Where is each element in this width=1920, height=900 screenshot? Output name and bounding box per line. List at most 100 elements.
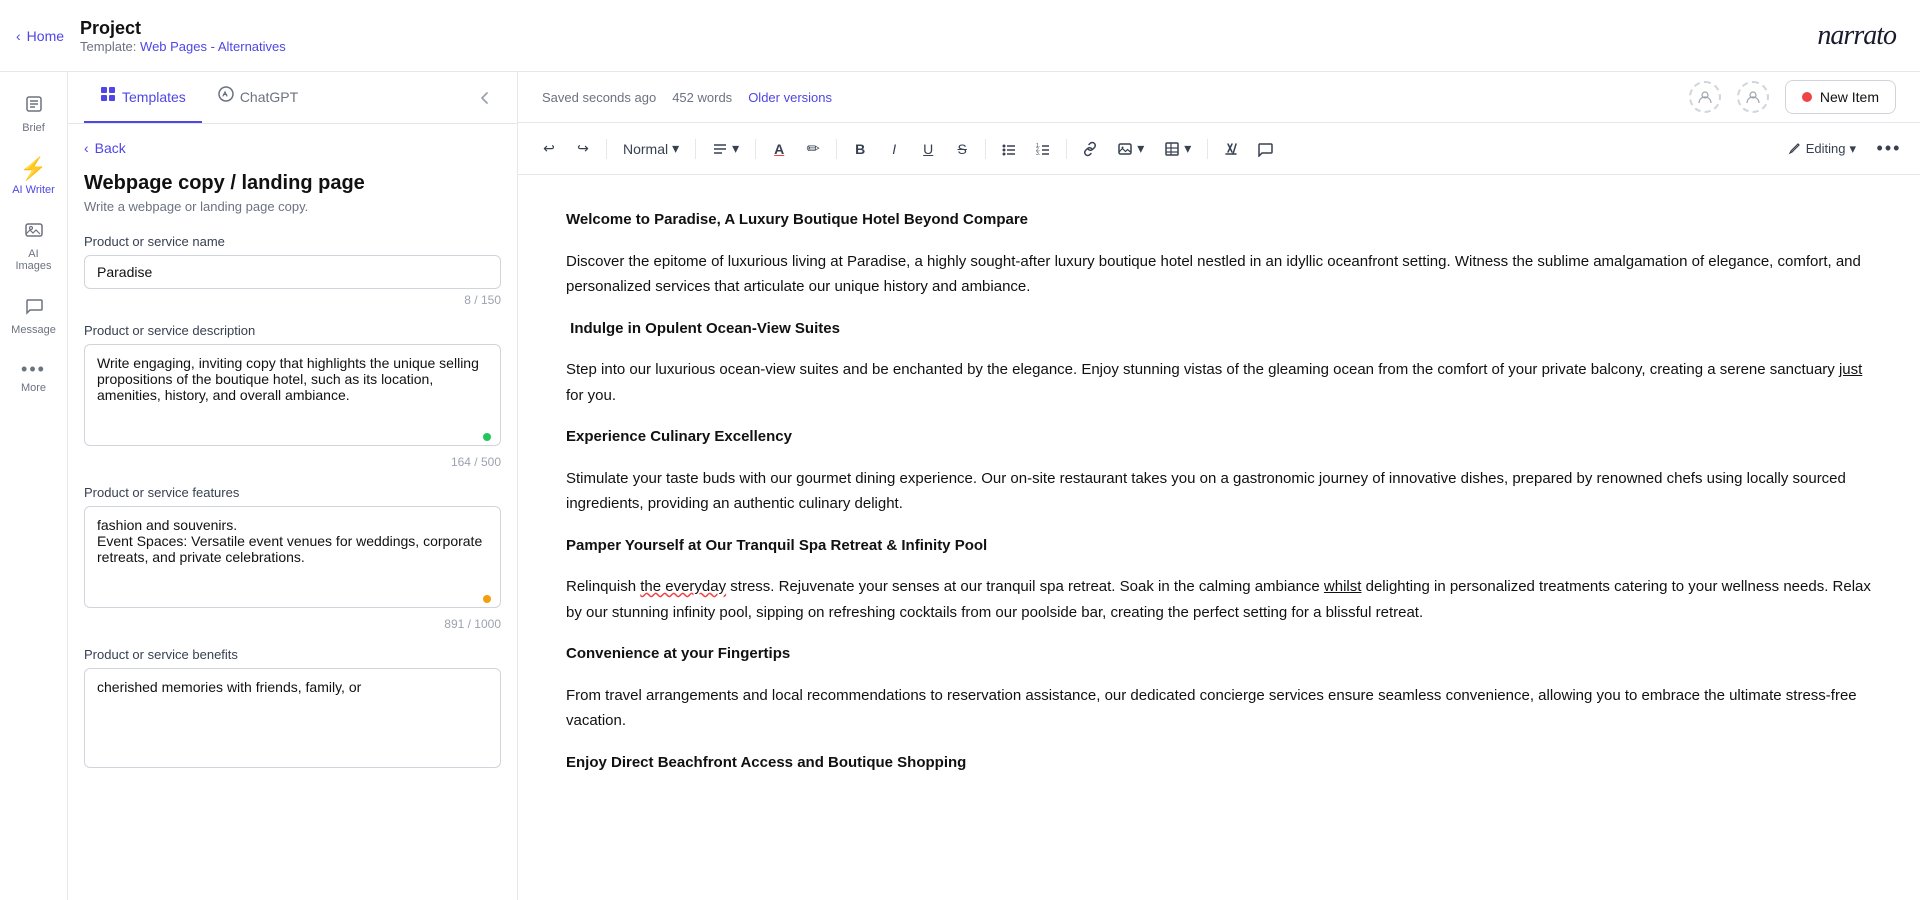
tab-chatgpt[interactable]: ChatGPT [202,72,314,123]
toolbar-sep-6 [1066,139,1067,159]
strikethrough-button[interactable]: S [947,134,977,164]
product-features-counter: 891 / 1000 [84,617,501,631]
back-button[interactable]: ‹ Back [84,140,501,156]
toolbar-sep-1 [606,139,607,159]
content-heading-4: Pamper Yourself at Our Tranquil Spa Retr… [566,533,1872,559]
toolbar-sep-5 [985,139,986,159]
ai-writer-icon: ⚡ [20,158,47,180]
editor-toolbar: ↩ ↪ Normal ▾ ▾ A ✏ B I U S [518,123,1920,175]
top-bar: ‹ Home Project Template: Web Pages - Alt… [0,0,1920,72]
home-label: Home [27,28,64,44]
text-color-button[interactable]: A [764,134,794,164]
style-dropdown[interactable]: Normal ▾ [615,136,687,161]
toolbar-sep-7 [1207,139,1208,159]
sidebar-message-label: Message [11,324,56,336]
italic-button[interactable]: I [879,134,909,164]
template-link[interactable]: Web Pages - Alternatives [140,39,286,54]
product-description-textarea[interactable]: Write engaging, inviting copy that highl… [84,344,501,446]
word-count: 452 words [672,90,732,105]
content-para-1: Discover the epitome of luxurious living… [566,249,1872,300]
back-chevron-icon: ‹ [84,140,89,156]
panel-collapse-button[interactable] [469,82,501,114]
product-name-counter: 8 / 150 [84,293,501,307]
table-dropdown-chevron: ▾ [1184,140,1191,157]
panel: Templates ChatGPT ‹ Back Webpage copy / … [68,72,518,900]
underline-button[interactable]: U [913,134,943,164]
style-dropdown-chevron: ▾ [672,140,679,157]
link-button[interactable] [1075,134,1105,164]
panel-tabs: Templates ChatGPT [68,72,517,124]
product-benefits-label: Product or service benefits [84,647,501,662]
home-link[interactable]: ‹ Home [16,28,64,44]
bullet-list-button[interactable] [994,134,1024,164]
clear-format-button[interactable] [1216,134,1246,164]
table-dropdown[interactable]: ▾ [1156,136,1199,161]
chatgpt-tab-label: ChatGPT [240,89,298,105]
product-name-input[interactable] [84,255,501,289]
sidebar-ai-images-label: AI Images [10,248,58,272]
product-features-textarea[interactable]: fashion and souvenirs. Event Spaces: Ver… [84,506,501,608]
content-heading-3: Experience Culinary Excellency [566,424,1872,450]
more-icon: ••• [21,360,46,378]
ordered-list-button[interactable]: 1.2.3. [1028,134,1058,164]
panel-subtitle: Write a webpage or landing page copy. [84,199,501,214]
image-dropdown[interactable]: ▾ [1109,136,1152,161]
new-item-button[interactable]: New Item [1785,80,1896,114]
new-item-label: New Item [1820,89,1879,105]
editing-chevron: ▾ [1849,141,1856,157]
back-label: Back [95,140,126,156]
field-product-name: Product or service name 8 / 150 [84,234,501,307]
product-description-counter: 164 / 500 [84,455,501,469]
align-icon [712,141,728,157]
narrato-logo: narrato [1817,20,1896,52]
toolbar-right: Editing ▾ ••• [1778,134,1904,164]
redo-button[interactable]: ↪ [568,134,598,164]
sidebar-brief-label: Brief [22,122,45,134]
product-features-label: Product or service features [84,485,501,500]
template-prefix: Template: [80,39,136,54]
sidebar-item-message[interactable]: Message [4,286,64,346]
style-label: Normal [623,141,668,157]
project-template: Template: Web Pages - Alternatives [80,39,286,54]
sidebar-item-more[interactable]: ••• More [4,350,64,404]
image-dropdown-chevron: ▾ [1137,140,1144,157]
content-heading-6: Enjoy Direct Beachfront Access and Bouti… [566,750,1872,776]
svg-text:3.: 3. [1036,151,1040,157]
align-dropdown[interactable]: ▾ [704,136,747,161]
editor-area: Saved seconds ago 452 words Older versio… [518,72,1920,900]
content-para-3: Stimulate your taste buds with our gourm… [566,466,1872,517]
panel-content: ‹ Back Webpage copy / landing page Write… [68,124,517,900]
features-dot-indicator [483,595,491,603]
sidebar-ai-writer-label: AI Writer [12,184,55,196]
content-para-4: Relinquish the everyday stress. Rejuvena… [566,574,1872,625]
sidebar-item-ai-images[interactable]: AI Images [4,210,64,282]
project-title: Project [80,18,286,39]
highlight-button[interactable]: ✏ [798,134,828,164]
older-versions-link[interactable]: Older versions [748,90,832,105]
main-layout: Brief ⚡ AI Writer AI Images Message ••• … [0,72,1920,900]
field-product-description: Product or service description Write eng… [84,323,501,469]
field-product-features: Product or service features fashion and … [84,485,501,631]
bold-button[interactable]: B [845,134,875,164]
ai-images-icon [24,220,44,244]
description-dot-indicator [483,433,491,441]
editor-content[interactable]: Welcome to Paradise, A Luxury Boutique H… [518,175,1920,900]
content-heading-1: Welcome to Paradise, A Luxury Boutique H… [566,207,1872,233]
project-info: Project Template: Web Pages - Alternativ… [80,18,286,54]
comment-button[interactable] [1250,134,1280,164]
editing-label: Editing [1806,141,1846,156]
sidebar-item-brief[interactable]: Brief [4,84,64,144]
brief-icon [24,94,44,118]
top-bar-left: ‹ Home Project Template: Web Pages - Alt… [16,18,286,54]
sidebar-item-ai-writer[interactable]: ⚡ AI Writer [4,148,64,206]
panel-title: Webpage copy / landing page [84,172,501,195]
content-heading-5: Convenience at your Fingertips [566,641,1872,667]
editing-dropdown[interactable]: Editing ▾ [1778,137,1866,161]
chevron-left-icon: ‹ [16,28,21,44]
tab-templates[interactable]: Templates [84,72,202,123]
product-benefits-textarea[interactable]: cherished memories with friends, family,… [84,668,501,768]
content-heading-2: Indulge in Opulent Ocean-View Suites [566,316,1872,342]
undo-button[interactable]: ↩ [534,134,564,164]
templates-tab-icon [100,86,116,107]
more-options-button[interactable]: ••• [1874,134,1904,164]
